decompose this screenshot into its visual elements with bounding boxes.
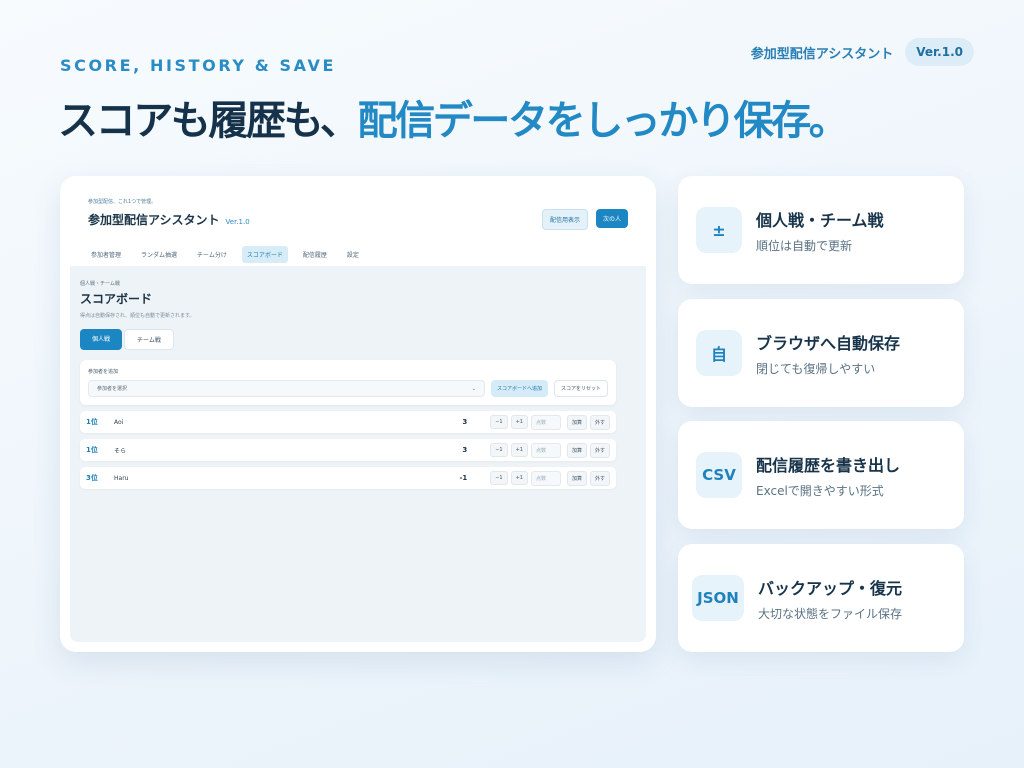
add-points-button[interactable]: 加算	[566, 414, 587, 430]
points-input[interactable]: 点数	[530, 470, 561, 486]
app-header: 参加型配信、これ1つで管理。 参加型配信アシスタント Ver.1.0 配信用表示…	[70, 186, 646, 266]
brand-header: 参加型配信アシスタント Ver.1.0	[751, 38, 974, 66]
brand-name: 参加型配信アシスタント	[750, 46, 894, 62]
rank-label: 1位	[86, 418, 98, 426]
participant-select-value: 参加者を選択	[97, 386, 128, 392]
section-title: スコアボード	[80, 292, 153, 306]
feature-text: バックアップ・復元 大切な状態をファイル保存	[758, 575, 902, 622]
eyebrow-label: SCORE, HISTORY & SAVE	[60, 56, 337, 75]
player-score: -1	[459, 474, 468, 482]
plus-one-button[interactable]: +1	[510, 443, 528, 457]
points-input[interactable]: 点数	[530, 442, 561, 458]
add-participant-card: 参加者を追加 参加者を選択 ⌄ スコアボードへ追加 スコアをリセット	[80, 360, 616, 405]
mode-individual-button[interactable]: 個人戦	[80, 329, 123, 350]
app-screenshot-frame: 参加型配信、これ1つで管理。 参加型配信アシスタント Ver.1.0 配信用表示…	[60, 176, 656, 652]
score-row: 1位 そら 3 −1 +1 点数 加算 外す	[80, 439, 616, 461]
feature-card-backup: JSON バックアップ・復元 大切な状態をファイル保存	[678, 544, 964, 652]
player-name: Haru	[114, 474, 129, 482]
score-row: 1位 Aoi 3 −1 +1 点数 加算 外す	[80, 411, 616, 433]
add-points-button[interactable]: 加算	[566, 442, 587, 458]
feature-title: バックアップ・復元	[758, 578, 903, 598]
feature-card-autosave: 自 ブラウザへ自動保存 閉じても復帰しやすい	[678, 299, 964, 407]
tab-stream-history[interactable]: 配信履歴	[298, 246, 332, 263]
reset-score-button[interactable]: スコアをリセット	[553, 380, 608, 397]
feature-subtitle: 閉じても復帰しやすい	[756, 361, 876, 376]
participant-select[interactable]: 参加者を選択 ⌄	[88, 380, 485, 397]
section-subtitle: 得点は自動保存され、順位も自動で更新されます。	[80, 313, 195, 319]
rank-label: 1位	[86, 446, 98, 454]
csv-icon: CSV	[696, 452, 742, 498]
remove-player-button[interactable]: 外す	[589, 470, 610, 486]
app-version: Ver.1.0	[225, 218, 250, 226]
stream-display-button[interactable]: 配信用表示	[541, 209, 588, 230]
headline-part2: 配信データをしっかり保存。	[357, 98, 849, 144]
player-name: そら	[114, 447, 127, 455]
feature-card-battle: ± 個人戦・チーム戦 順位は自動で更新	[678, 176, 964, 284]
app-tagline: 参加型配信、これ1つで管理。	[88, 199, 157, 205]
minus-one-button[interactable]: −1	[490, 471, 508, 485]
mode-toggle: 個人戦 チーム戦	[80, 329, 616, 350]
minus-one-button[interactable]: −1	[490, 443, 508, 457]
scoreboard-section: 個人戦・チーム戦 スコアボード 得点は自動保存され、順位も自動で更新されます。 …	[80, 280, 616, 489]
feature-card-csv: CSV 配信履歴を書き出し Excelで開きやすい形式	[678, 421, 964, 529]
feature-subtitle: 大切な状態をファイル保存	[758, 606, 903, 621]
feature-text: 配信履歴を書き出し Excelで開きやすい形式	[756, 452, 900, 499]
feature-text: ブラウザへ自動保存 閉じても復帰しやすい	[756, 330, 900, 377]
plus-one-button[interactable]: +1	[510, 415, 528, 429]
section-tag: 個人戦・チーム戦	[80, 281, 120, 287]
plus-one-button[interactable]: +1	[510, 471, 528, 485]
add-participant-label: 参加者を追加	[88, 369, 119, 375]
headline: スコアも履歴も、配信データをしっかり保存。	[58, 88, 849, 146]
plus-minus-icon: ±	[696, 207, 742, 253]
feature-title: 個人戦・チーム戦	[756, 210, 884, 230]
score-row: 3位 Haru -1 −1 +1 点数 加算 外す	[80, 467, 616, 489]
tab-participants[interactable]: 参加者管理	[86, 246, 126, 263]
minus-one-button[interactable]: −1	[490, 415, 508, 429]
tab-random-draw[interactable]: ランダム抽選	[136, 246, 182, 263]
player-score: 3	[462, 446, 468, 454]
rank-label: 3位	[86, 474, 98, 482]
tab-scoreboard[interactable]: スコアボード	[241, 245, 288, 263]
feature-title: 配信履歴を書き出し	[756, 455, 901, 475]
chevron-down-icon: ⌄	[471, 385, 476, 392]
app-window: 参加型配信、これ1つで管理。 参加型配信アシスタント Ver.1.0 配信用表示…	[70, 186, 646, 642]
remove-player-button[interactable]: 外す	[589, 414, 610, 430]
add-participant-row: 参加者を選択 ⌄ スコアボードへ追加 スコアをリセット	[88, 380, 608, 397]
feature-subtitle: 順位は自動で更新	[756, 238, 853, 253]
add-to-scoreboard-button[interactable]: スコアボードへ追加	[490, 380, 548, 397]
tab-settings[interactable]: 設定	[342, 246, 364, 263]
json-icon: JSON	[692, 575, 744, 621]
player-score: 3	[462, 418, 468, 426]
points-input[interactable]: 点数	[530, 414, 561, 430]
headline-part1: スコアも履歴も、	[58, 98, 360, 144]
app-tabs: 参加者管理 ランダム抽選 チーム分け スコアボード 配信履歴 設定	[86, 242, 364, 266]
feature-subtitle: Excelで開きやすい形式	[756, 483, 884, 498]
add-points-button[interactable]: 加算	[566, 470, 587, 486]
feature-title: ブラウザへ自動保存	[756, 333, 901, 353]
remove-player-button[interactable]: 外す	[589, 442, 610, 458]
player-name: Aoi	[114, 418, 124, 426]
tab-team-split[interactable]: チーム分け	[192, 246, 232, 263]
feature-text: 個人戦・チーム戦 順位は自動で更新	[756, 207, 884, 254]
app-title-text: 参加型配信アシスタント	[88, 213, 220, 227]
mode-team-button[interactable]: チーム戦	[124, 329, 174, 350]
next-person-button[interactable]: 次の人	[595, 209, 628, 228]
version-badge: Ver.1.0	[905, 38, 974, 66]
auto-save-icon: 自	[696, 330, 742, 376]
